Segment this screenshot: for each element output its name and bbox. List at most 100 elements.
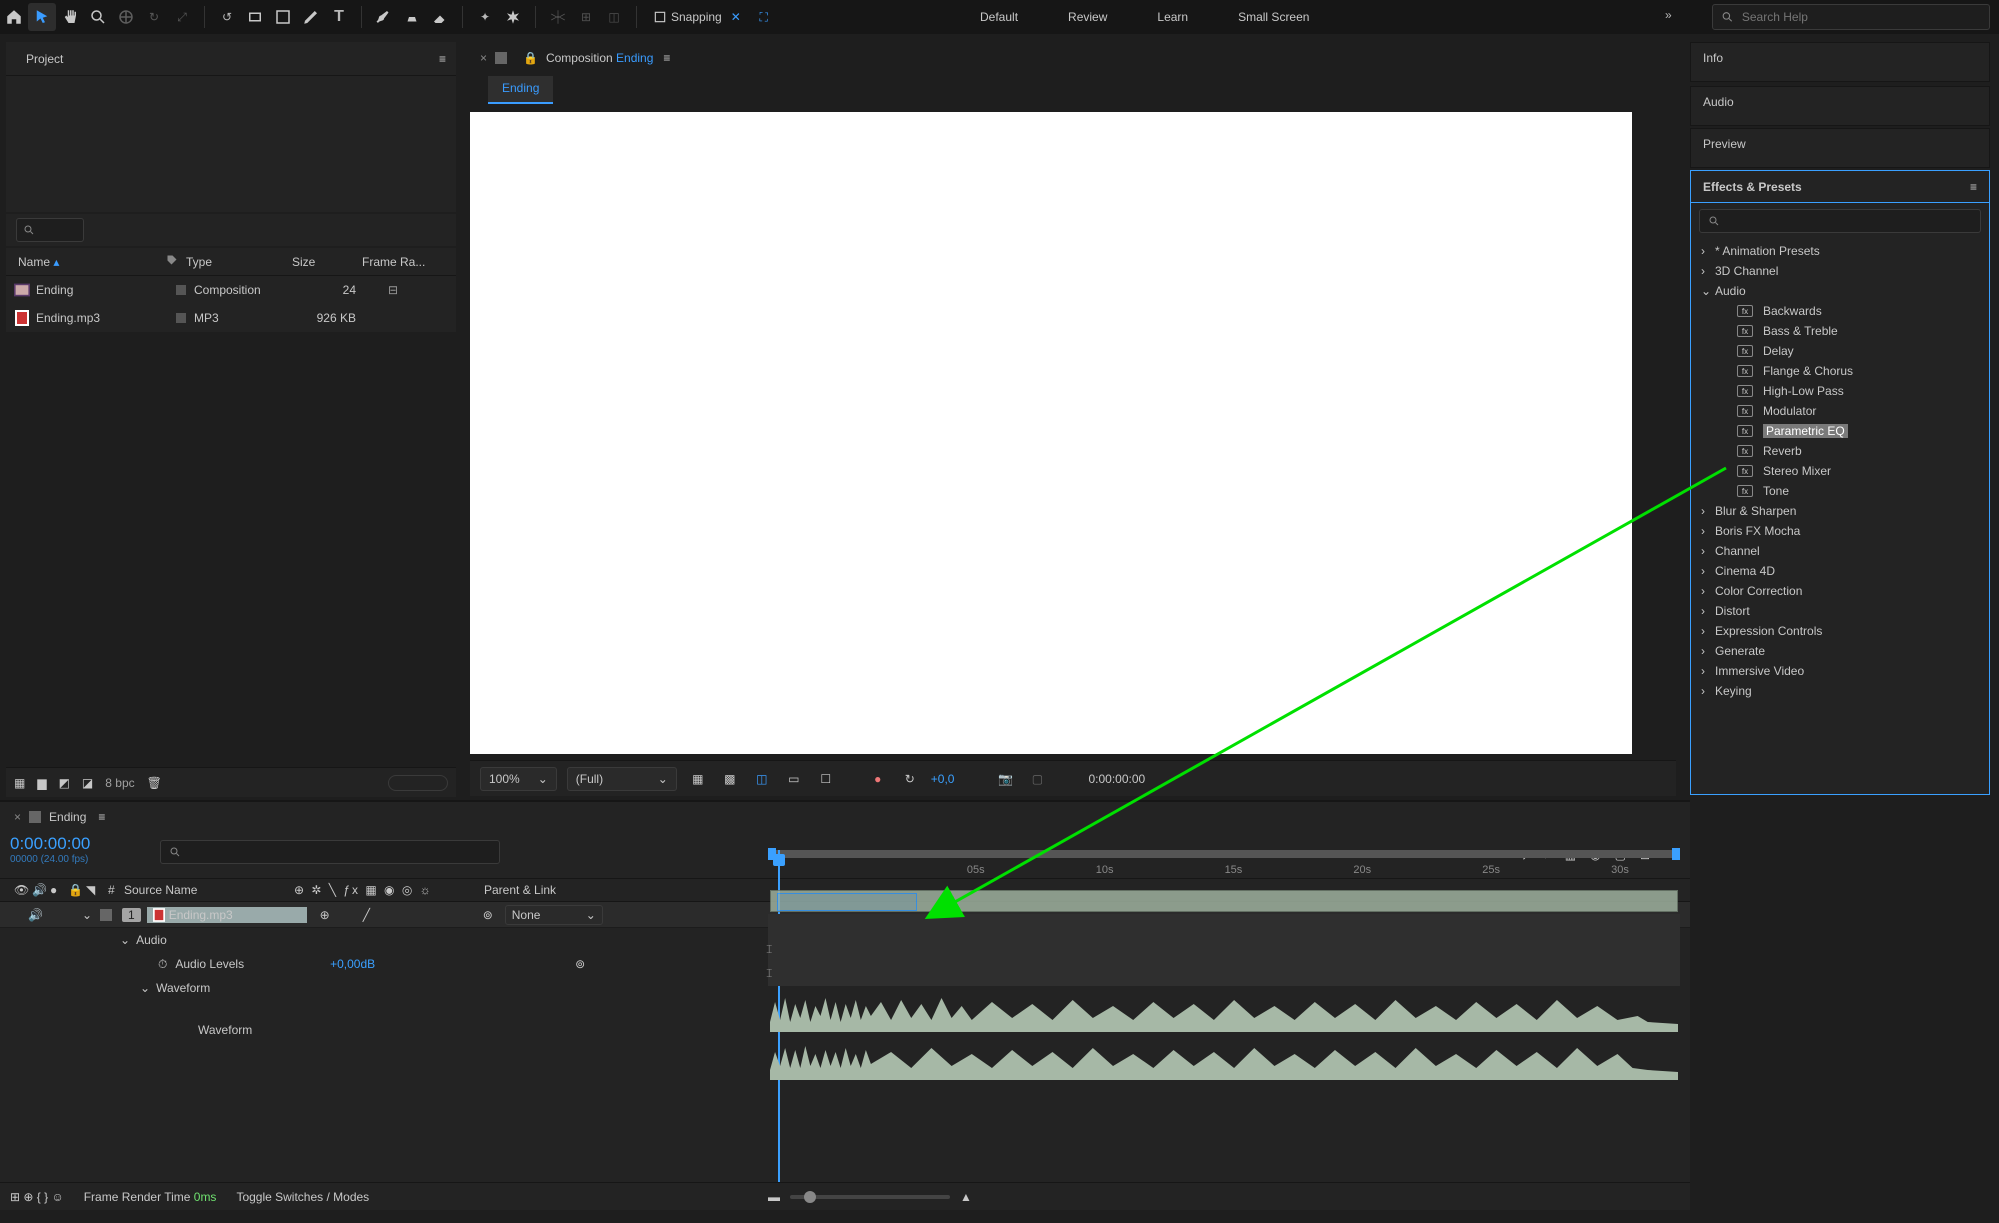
show-snapshot-icon[interactable]: ▢ [1026, 768, 1048, 790]
mask-toggle-icon[interactable]: ◫ [751, 768, 773, 790]
folder-icon[interactable]: ▆ [37, 776, 46, 790]
effects-group[interactable]: ›Immersive Video [1691, 661, 1989, 681]
workspace-small[interactable]: Small Screen [1238, 10, 1309, 24]
search-help-input[interactable] [1742, 10, 1981, 24]
anchor-tool-icon[interactable]: ↺ [213, 3, 241, 31]
audio-clip[interactable] [770, 890, 1678, 912]
effects-group[interactable]: ›* Animation Presets [1691, 241, 1989, 261]
effects-item[interactable]: fxHigh-Low Pass [1691, 381, 1989, 401]
close-icon[interactable]: × [14, 810, 21, 824]
layer-source[interactable]: Ending.mp3 [147, 907, 307, 923]
project-search-input[interactable] [16, 218, 84, 242]
video-col-icon[interactable]: 👁 [10, 883, 28, 897]
effects-group[interactable]: ›Keying [1691, 681, 1989, 701]
effects-group[interactable]: ›Boris FX Mocha [1691, 521, 1989, 541]
effects-title[interactable]: Effects & Presets [1703, 180, 1802, 194]
snap-bounds-icon[interactable]: ⛶ [750, 3, 778, 31]
toggle-switches-button[interactable]: Toggle Switches / Modes [236, 1190, 369, 1204]
shape-tool-icon[interactable] [269, 3, 297, 31]
puppet-tool-icon[interactable] [499, 3, 527, 31]
layer-twirl-icon[interactable]: ⌄ [82, 908, 96, 922]
camera-tool-icon[interactable]: ⤢ [168, 3, 196, 31]
composition-canvas[interactable] [470, 112, 1632, 754]
audio-col-icon[interactable]: 🔊 [28, 883, 46, 897]
interpret-icon[interactable]: ▦ [14, 776, 25, 790]
trash-icon[interactable]: 🗑 [147, 776, 162, 790]
parent-dropdown[interactable]: None⌄ [505, 905, 603, 925]
effects-group[interactable]: ›Color Correction [1691, 581, 1989, 601]
effects-item[interactable]: fxParametric EQ [1691, 421, 1989, 441]
lock-icon[interactable]: 🔒 [523, 51, 538, 65]
panel-menu-icon[interactable]: ≡ [1970, 180, 1977, 194]
orbit-tool-icon[interactable] [112, 3, 140, 31]
current-timecode[interactable]: 0:00:00:00 [10, 834, 150, 854]
pickwhip-icon[interactable]: ⊚ [575, 957, 585, 971]
effects-item[interactable]: fxStereo Mixer [1691, 461, 1989, 481]
preview-timecode[interactable]: 0:00:00:00 [1088, 772, 1145, 786]
solo-col-icon[interactable]: ● [46, 883, 64, 897]
hand-tool-icon[interactable] [56, 3, 84, 31]
twirl-icon[interactable]: ⌄ [140, 981, 150, 995]
parent-pickwhip-icon[interactable]: ⊚ [483, 908, 493, 922]
parent-link-col[interactable]: Parent & Link [480, 883, 560, 897]
switches-col[interactable]: ⊕ ✲ ╲ ƒx ▦ ◉ ◎ ☼ [290, 883, 480, 897]
snapshot-icon[interactable]: 📷 [994, 768, 1016, 790]
3d-cube-icon[interactable]: ◫ [600, 3, 628, 31]
workspace-review[interactable]: Review [1068, 10, 1107, 24]
zoom-capsule[interactable] [388, 775, 448, 791]
source-name-col[interactable]: Source Name [120, 883, 290, 897]
effects-group[interactable]: ›Expression Controls [1691, 621, 1989, 641]
region-icon[interactable]: ▭ [783, 768, 805, 790]
effects-group[interactable]: ›Blur & Sharpen [1691, 501, 1989, 521]
close-icon[interactable]: × [480, 51, 487, 65]
zoom-out-icon[interactable]: ▬ [768, 1190, 780, 1204]
timeline-search-input[interactable] [160, 840, 500, 864]
project-item[interactable]: Ending.mp3 MP3 926 KB [6, 304, 456, 332]
roto-tool-icon[interactable]: ✦ [471, 3, 499, 31]
effects-item[interactable]: fxFlange & Chorus [1691, 361, 1989, 381]
type-tool-icon[interactable]: T [325, 3, 353, 31]
effects-group[interactable]: ›Distort [1691, 601, 1989, 621]
new-comp-icon[interactable]: ◩ [59, 776, 70, 790]
grid-icon[interactable]: ☐ [815, 768, 837, 790]
effects-item[interactable]: fxDelay [1691, 341, 1989, 361]
project-tab[interactable]: Project [16, 46, 73, 72]
zoom-dropdown[interactable]: 100%⌄ [480, 767, 557, 791]
label-color-icon[interactable] [100, 909, 112, 921]
transparency-grid-icon[interactable]: ▩ [719, 768, 741, 790]
3d-axis-icon[interactable]: ⊞ [572, 3, 600, 31]
channel-icon[interactable]: ● [867, 768, 889, 790]
effects-group[interactable]: ›Channel [1691, 541, 1989, 561]
color-depth-icon[interactable]: ◪ [82, 776, 93, 790]
snapping-toggle[interactable]: Snapping [653, 10, 722, 24]
panel-menu-icon[interactable]: ≡ [98, 810, 105, 824]
effects-item[interactable]: fxBackwards [1691, 301, 1989, 321]
resolution-dropdown[interactable]: (Full)⌄ [567, 767, 677, 791]
effects-item[interactable]: fxReverb [1691, 441, 1989, 461]
effects-item[interactable]: fxTone [1691, 481, 1989, 501]
col-size[interactable]: Size [286, 255, 356, 269]
col-name[interactable]: Name ▴ [12, 255, 160, 269]
stopwatch-icon[interactable]: ⏱ [158, 957, 167, 972]
layer-switch-edit[interactable]: ╱ [343, 908, 443, 922]
home-icon[interactable] [0, 3, 28, 31]
fast-preview-icon[interactable]: ▦ [687, 768, 709, 790]
clone-tool-icon[interactable] [398, 3, 426, 31]
effects-group[interactable]: ›Generate [1691, 641, 1989, 661]
panel-menu-icon[interactable]: ≡ [439, 52, 446, 66]
timeline-zoom-slider[interactable]: ▬ ▲ [768, 1190, 972, 1204]
effects-group[interactable]: ›Cinema 4D [1691, 561, 1989, 581]
pen-tool-icon[interactable] [297, 3, 325, 31]
flowchart-icon[interactable]: ⊟ [388, 283, 398, 297]
3d-gizmo-icon[interactable] [544, 3, 572, 31]
workspace-default[interactable]: Default [980, 10, 1018, 24]
viewer-tab-label[interactable]: Composition Ending [546, 51, 653, 65]
workspace-learn[interactable]: Learn [1157, 10, 1188, 24]
effects-search-input[interactable] [1699, 209, 1981, 233]
timeline-tab[interactable]: Ending [49, 810, 86, 824]
clip-selection[interactable] [777, 893, 917, 911]
audio-toggle-icon[interactable]: 🔊 [28, 908, 46, 922]
bpc-label[interactable]: 8 bpc [105, 776, 134, 790]
snap-collision-icon[interactable]: ✕ [722, 3, 750, 31]
twirl-icon[interactable]: ⌄ [120, 933, 130, 947]
